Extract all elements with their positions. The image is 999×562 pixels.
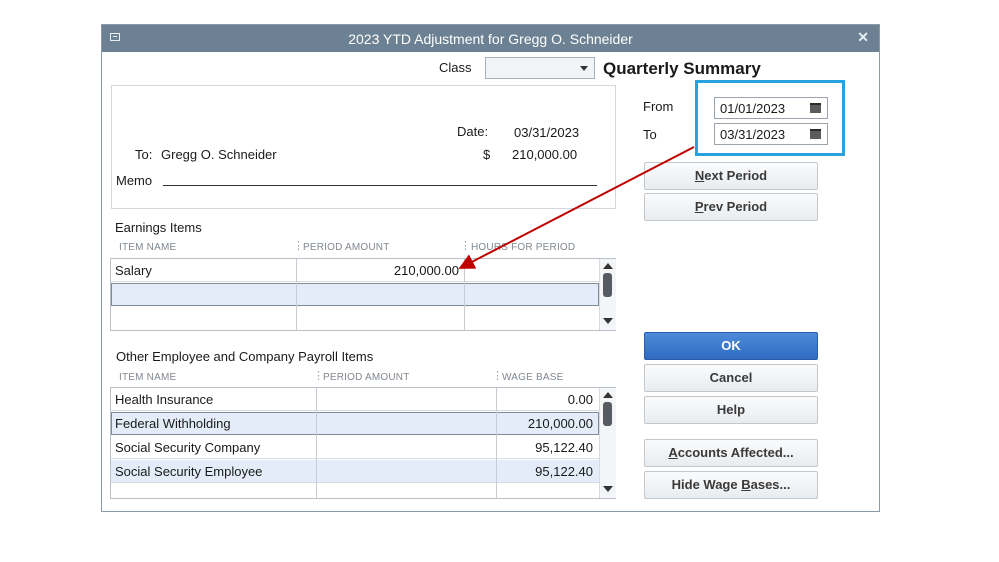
earnings-col-period-amount: PERIOD AMOUNT: [303, 242, 390, 253]
cancel-button[interactable]: Cancel: [644, 364, 818, 392]
title-bar[interactable]: 2023 YTD Adjustment for Gregg O. Schneid…: [102, 25, 879, 52]
next-period-button[interactable]: Next Period: [644, 162, 818, 190]
table-row[interactable]: [111, 307, 599, 330]
column-divider: [496, 388, 497, 498]
scroll-down-icon[interactable]: [603, 486, 613, 492]
hide-wage-bases-label-end: ases...: [750, 477, 791, 492]
earnings-grid: Salary 210,000.00: [110, 258, 616, 331]
payroll-wage-base[interactable]: 0.00: [501, 392, 593, 407]
chevron-down-icon: [580, 66, 588, 71]
date-value: 03/31/2023: [514, 125, 580, 140]
scroll-up-icon[interactable]: [603, 392, 613, 398]
date-range-highlight: [695, 80, 845, 156]
ok-button[interactable]: OK: [644, 332, 818, 360]
column-divider: [316, 388, 317, 498]
window-title: 2023 YTD Adjustment for Gregg O. Schneid…: [348, 31, 633, 47]
hide-wage-bases-button[interactable]: Hide Wage Bases...: [644, 471, 818, 499]
column-separator: ⋮: [460, 240, 471, 252]
from-label: From: [643, 99, 674, 114]
earnings-period-amount[interactable]: 210,000.00: [299, 263, 459, 278]
payroll-item-name[interactable]: Social Security Company: [115, 440, 260, 455]
table-row[interactable]: [111, 484, 599, 498]
next-period-label: ext Period: [704, 168, 768, 183]
date-label: Date:: [457, 124, 489, 139]
table-row[interactable]: [111, 283, 599, 306]
earnings-scrollbar[interactable]: [599, 259, 616, 330]
prev-period-button[interactable]: Prev Period: [644, 193, 818, 221]
table-row[interactable]: Federal Withholding 210,000.00: [111, 412, 599, 435]
memo-label: Memo: [116, 173, 153, 188]
hide-wage-bases-mnemonic: B: [741, 477, 751, 492]
quarterly-summary-heading: Quarterly Summary: [603, 59, 761, 78]
payroll-item-name[interactable]: Social Security Employee: [115, 464, 262, 479]
other-items-title: Other Employee and Company Payroll Items: [116, 349, 374, 364]
class-dropdown[interactable]: [485, 57, 595, 79]
other-col-wage-base: WAGE BASE: [502, 372, 564, 383]
prev-period-mnemonic: P: [694, 199, 704, 214]
table-row[interactable]: Health Insurance 0.00: [111, 388, 599, 411]
class-label: Class: [439, 60, 472, 75]
accounts-affected-mnemonic: A: [668, 445, 678, 460]
prev-period-label: rev Period: [703, 199, 768, 214]
scroll-thumb[interactable]: [603, 402, 612, 426]
payroll-items-scrollbar[interactable]: [599, 388, 616, 498]
payroll-wage-base[interactable]: 95,122.40: [501, 464, 593, 479]
table-row[interactable]: Social Security Employee 95,122.40: [111, 460, 599, 483]
hide-wage-bases-label: Hide Wage: [671, 477, 742, 492]
next-period-mnemonic: N: [694, 168, 705, 183]
other-col-period-amount: PERIOD AMOUNT: [323, 372, 410, 383]
payroll-wage-base[interactable]: 95,122.40: [501, 440, 593, 455]
payee-name: Gregg O. Schneider: [161, 147, 277, 162]
currency-symbol: $: [483, 147, 491, 162]
ytd-adjustment-window: 2023 YTD Adjustment for Gregg O. Schneid…: [101, 24, 880, 512]
earnings-items-title: Earnings Items: [115, 220, 202, 235]
table-row[interactable]: Salary 210,000.00: [111, 259, 599, 282]
column-divider: [296, 259, 297, 330]
earnings-col-item-name: ITEM NAME: [119, 242, 177, 253]
scroll-down-icon[interactable]: [603, 318, 613, 324]
amount-value: 210,000.00: [512, 147, 578, 162]
help-button[interactable]: Help: [644, 396, 818, 424]
to-label: To:: [135, 147, 153, 162]
table-row[interactable]: Social Security Company 95,122.40: [111, 436, 599, 459]
scroll-thumb[interactable]: [603, 273, 612, 297]
payroll-items-grid: Health Insurance 0.00 Federal Withholdin…: [110, 387, 616, 499]
to-date-label: To: [643, 127, 657, 142]
earnings-item-name[interactable]: Salary: [115, 263, 152, 278]
payroll-wage-base[interactable]: 210,000.00: [501, 416, 593, 431]
close-icon[interactable]: ✕: [857, 29, 869, 46]
column-divider: [464, 259, 465, 330]
payroll-item-name[interactable]: Federal Withholding: [115, 416, 231, 431]
scroll-up-icon[interactable]: [603, 263, 613, 269]
accounts-affected-label: ccounts Affected...: [677, 445, 794, 460]
memo-field[interactable]: [163, 185, 597, 186]
other-col-item-name: ITEM NAME: [119, 372, 177, 383]
payroll-item-name[interactable]: Health Insurance: [115, 392, 213, 407]
earnings-col-hours: HOURS FOR PERIOD: [471, 242, 576, 253]
accounts-affected-button[interactable]: Accounts Affected...: [644, 439, 818, 467]
